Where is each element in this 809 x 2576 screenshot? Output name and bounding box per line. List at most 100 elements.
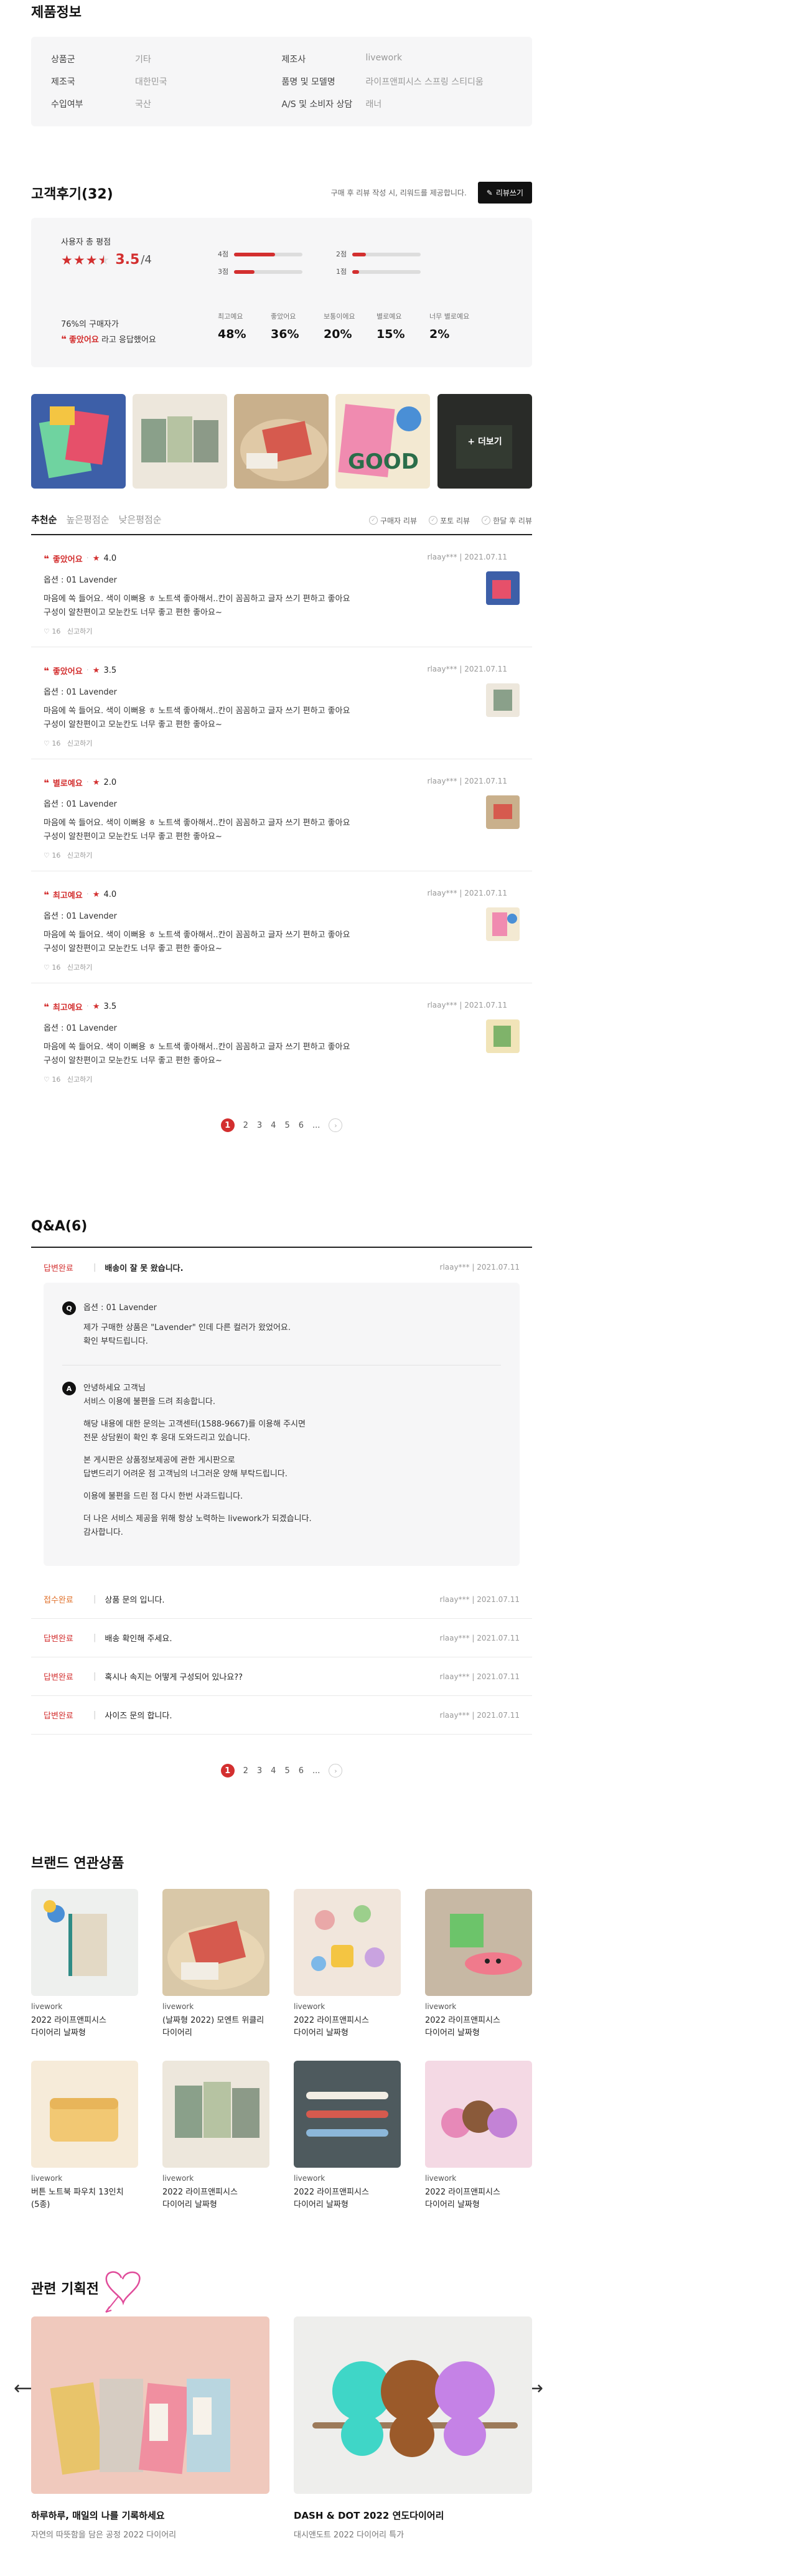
qa-status: 답변완료 <box>44 1263 73 1273</box>
product-name: 다이어리 날짜형 <box>294 2200 348 2209</box>
review-option: 옵션 : 01 Lavender <box>44 912 117 921</box>
page-4[interactable]: 4 <box>271 1121 276 1130</box>
review-label: 별로예요 <box>52 779 83 789</box>
info-value: 국산 <box>135 100 151 110</box>
qa-item[interactable]: 접수완료 | 상품 문의 입니다. rlaay*** | 2021.07.11 <box>31 1580 532 1619</box>
qa-item[interactable]: 답변완료 | 사이즈 문의 합니다. rlaay*** | 2021.07.11 <box>31 1696 532 1735</box>
product-name: 다이어리 <box>162 2028 192 2038</box>
product-card[interactable]: livework 2022 라이프앤피시스 다이어리 날짜형 <box>162 2061 269 2211</box>
sort-recommended[interactable]: 추천순 <box>31 514 57 525</box>
related-plans-carousel: 하루하루, 매일의 나를 기록하세요 자연의 따뜻함을 담은 공정 2022 다… <box>31 2316 532 2565</box>
like-button[interactable]: ♡ 16 <box>44 1075 60 1084</box>
info-row: 수입여부 국산 <box>51 98 282 110</box>
product-card[interactable]: livework 2022 라이프앤피시스 다이어리 날짜형 <box>294 1889 401 2040</box>
page-4[interactable]: 4 <box>271 1766 276 1776</box>
check-icon: ✓ <box>482 516 491 525</box>
info-key: 제조사 <box>281 55 306 65</box>
page-1[interactable]: 1 <box>220 1118 235 1132</box>
filter-photo-review[interactable]: ✓ 포토 리뷰 <box>429 515 470 526</box>
qa-answer-line: 감사합니다. <box>83 1528 123 1537</box>
plan-card[interactable]: 하루하루, 매일의 나를 기록하세요 자연의 따뜻함을 담은 공정 2022 다… <box>31 2316 269 2540</box>
review-photo-more[interactable]: + 더보기 <box>437 394 532 489</box>
page-6[interactable]: 6 <box>299 1121 304 1130</box>
review-photo[interactable]: GOOD <box>335 394 430 489</box>
like-button[interactable]: ♡ 16 <box>44 627 60 635</box>
sort-tabs: 추천순 높은평점순 낮은평점순 <box>31 513 168 526</box>
qa-date: 2021.07.11 <box>477 1633 520 1642</box>
product-card[interactable]: livework 2022 라이프앤피시스 다이어리 날짜형 <box>31 1889 138 2040</box>
review-photo[interactable] <box>234 394 329 489</box>
stat-value: 2% <box>429 327 450 341</box>
like-button[interactable]: ♡ 16 <box>44 963 60 972</box>
page-2[interactable]: 2 <box>243 1121 248 1130</box>
rating-distribution: 4점 2점 3점 1점 <box>218 249 454 276</box>
product-name: 2022 라이프앤피시스 <box>162 2188 238 2197</box>
review-rating: 2.0 <box>103 778 117 787</box>
review-text: 구성이 알찬편이고 모눈칸도 너무 좋고 편한 좋아요~ <box>44 1056 222 1066</box>
qa-item[interactable]: 답변완료 | 배송 확인해 주세요. rlaay*** | 2021.07.11 <box>31 1619 532 1657</box>
page-ellipsis: ... <box>312 1766 320 1776</box>
review-photo[interactable] <box>133 394 227 489</box>
dist-bar-fill <box>234 253 275 256</box>
page-5[interactable]: 5 <box>284 1766 289 1776</box>
filter-month-review[interactable]: ✓ 한달 후 리뷰 <box>482 515 532 526</box>
product-card[interactable]: livework 2022 라이프앤피시스 다이어리 날짜형 <box>425 2061 532 2211</box>
page-6[interactable]: 6 <box>299 1766 304 1776</box>
report-link[interactable]: 신고하기 <box>67 851 92 859</box>
info-key: 제조국 <box>51 77 75 87</box>
info-value: 대한민국 <box>135 77 167 87</box>
info-key: 수입여부 <box>51 100 83 110</box>
total-rating-label: 사용자 총 평점 <box>61 238 111 247</box>
qa-question-title: 사이즈 문의 합니다. <box>105 1712 172 1721</box>
product-card[interactable]: livework 2022 라이프앤피시스 다이어리 날짜형 <box>425 1889 532 2040</box>
page-3[interactable]: 3 <box>257 1766 262 1776</box>
filter-buyer-review[interactable]: ✓ 구매자 리뷰 <box>368 515 417 526</box>
stat-label: 별로예요 <box>376 312 402 321</box>
qa-item-open[interactable]: 답변완료 | 배송이 잘 못 왔습니다. rlaay*** | 2021.07.11 <box>31 1248 532 1286</box>
report-link[interactable]: 신고하기 <box>67 627 92 635</box>
write-review-button[interactable]: ✎ 리뷰쓰기 <box>477 182 532 204</box>
next-page-icon[interactable]: › <box>329 1118 343 1132</box>
stat-label: 좋았어요 <box>271 312 296 321</box>
reviews-header: 고객후기(32) 구매 후 리뷰 작성 시, 리워드를 제공합니다. ✎ 리뷰쓰기 <box>31 182 532 204</box>
next-page-icon[interactable]: › <box>329 1764 343 1777</box>
recommend-stats: 최고예요 48% 좋았어요 36% 보통이에요 20% 별로예요 15% 너무 별로예요… <box>218 311 482 341</box>
review-item: ❝ 좋았어요 · ★ 3.5 rlaay*** | 2021.07.11 옵션 : 01… <box>31 647 532 759</box>
review-thumbnail[interactable] <box>486 683 520 717</box>
qa-user: rlaay*** <box>439 1710 470 1720</box>
stat-item: 너무 별로예요 2% <box>429 311 482 341</box>
qa-list: 답변완료 | 배송이 잘 못 왔습니다. rlaay*** | 2021.07.11… <box>31 1248 532 1932</box>
page-3[interactable]: 3 <box>257 1121 262 1130</box>
review-item: ❝ 별로예요 · ★ 2.0 rlaay*** | 2021.07.11 옵션 : 01… <box>31 759 532 871</box>
brand-products-section: 브랜드 연관상품 <box>31 1852 532 1872</box>
report-link[interactable]: 신고하기 <box>67 1075 92 1084</box>
product-card[interactable]: livework 버튼 노트북 파우치 13인치 (5종) <box>31 2061 138 2211</box>
like-button[interactable]: ♡ 16 <box>44 739 60 747</box>
product-brand: livework <box>162 2002 194 2011</box>
page-1[interactable]: 1 <box>220 1764 235 1777</box>
product-brand: livework <box>425 2174 457 2183</box>
report-link[interactable]: 신고하기 <box>67 963 92 972</box>
review-text: 구성이 알찬편이고 모눈칸도 너무 좋고 편한 좋아요~ <box>44 832 222 841</box>
info-row: 제조국 대한민국 <box>51 75 282 88</box>
like-button[interactable]: ♡ 16 <box>44 851 60 859</box>
product-brand: livework <box>31 2002 63 2011</box>
review-thumbnail[interactable] <box>486 795 520 829</box>
page-2[interactable]: 2 <box>243 1766 248 1776</box>
product-card[interactable]: livework (날짜형 2022) 모엔트 위클리 다이어리 <box>162 1889 269 2040</box>
sort-high-rating[interactable]: 높은평점순 <box>67 514 110 525</box>
review-thumbnail[interactable] <box>486 1019 520 1053</box>
product-name: 2022 라이프앤피시스 <box>294 2188 369 2197</box>
qa-item[interactable]: 답변완료 | 혹시나 속지는 어떻게 구성되어 있나요?? rlaay*** | 2… <box>31 1657 532 1696</box>
review-thumbnail[interactable] <box>486 907 520 941</box>
stat-item: 보통이에요 20% <box>324 311 376 341</box>
report-link[interactable]: 신고하기 <box>67 739 92 747</box>
review-photo[interactable] <box>31 394 126 489</box>
product-card[interactable]: livework 2022 라이프앤피시스 다이어리 날짜형 <box>294 2061 401 2211</box>
like-count: 16 <box>52 1075 61 1084</box>
product-image <box>425 2061 532 2168</box>
review-thumbnail[interactable] <box>486 571 520 605</box>
sort-low-rating[interactable]: 낮은평점순 <box>119 514 162 525</box>
plan-card[interactable]: DASH & DOT 2022 연도다이어리 대시앤도트 2022 다이어리 특… <box>294 2316 532 2540</box>
page-5[interactable]: 5 <box>284 1121 289 1130</box>
